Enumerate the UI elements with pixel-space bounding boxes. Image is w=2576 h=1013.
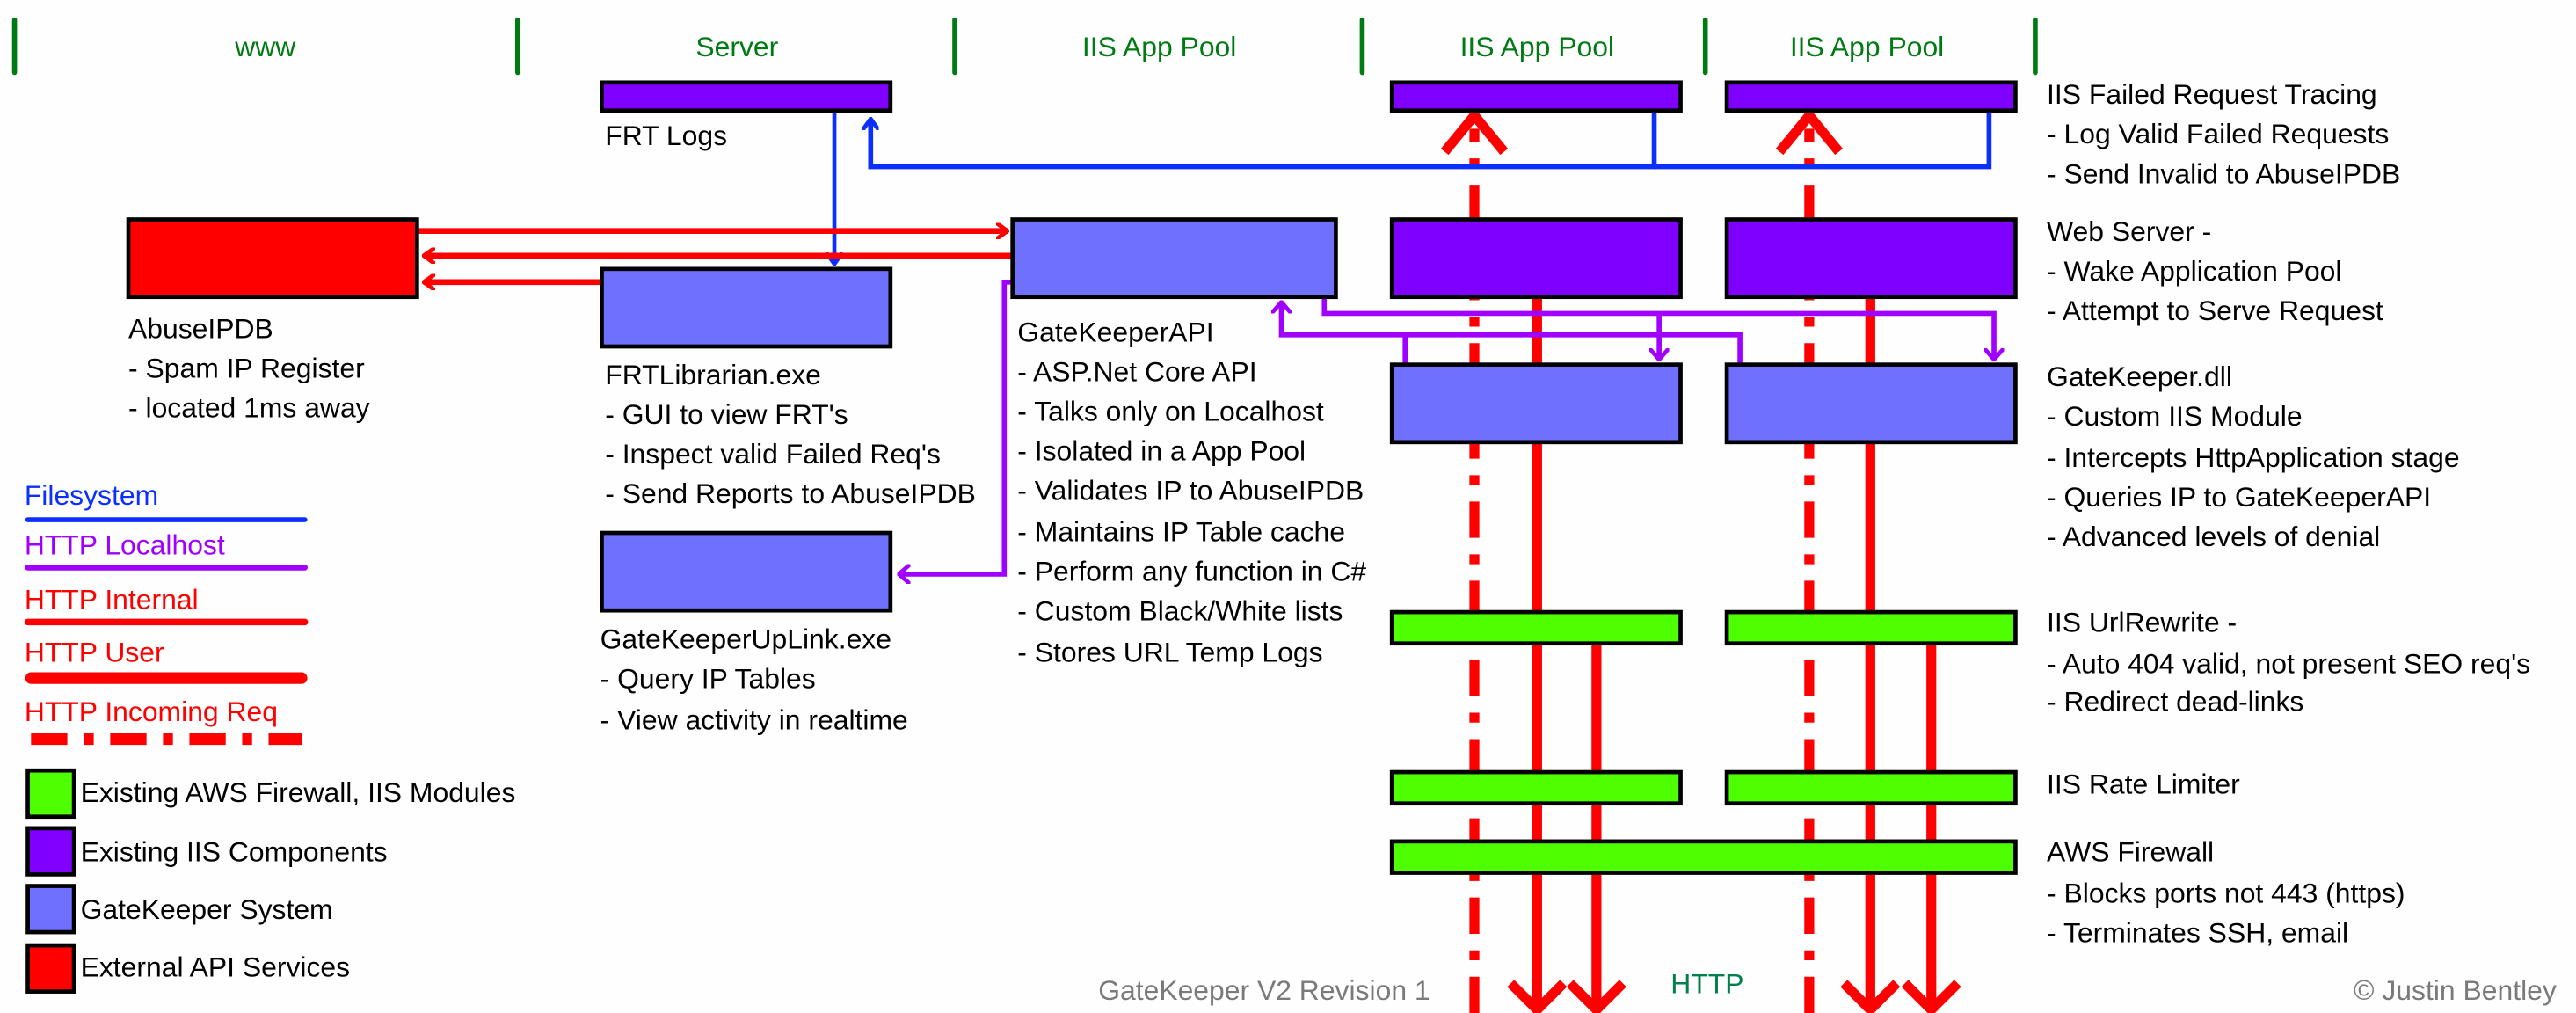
gatekeeperapi-line: - ASP.Net Core API: [1017, 355, 1256, 387]
layer-line: - Log Valid Failed Requests: [2047, 118, 2389, 149]
layer-title-rate-limiter: IIS Rate Limiter: [2047, 768, 2240, 799]
uplink-line: - View activity in realtime: [600, 703, 908, 735]
gatekeeperapi-line: - Validates IP to AbuseIPDB: [1017, 474, 1364, 506]
gatekeeperapi-line: - Maintains IP Table cache: [1017, 515, 1345, 547]
frtlibrarian-line: - GUI to view FRT's: [605, 398, 848, 430]
legend: Filesystem HTTP Localhost HTTP Internal …: [24, 479, 516, 994]
column-label-app-pool-2: IIS App Pool: [1460, 31, 1614, 62]
copyright-label: © Justin Bentley: [2354, 974, 2557, 1006]
gatekeeperapi-line: - Talks only on Localhost: [1017, 395, 1324, 426]
layer-title-frt: IIS Failed Request Tracing: [2047, 78, 2377, 110]
uplink-text: GateKeeperUpLink.exe - Query IP Tables -…: [600, 623, 908, 735]
gatekeeperapi-title: GateKeeperAPI: [1017, 316, 1213, 347]
frt-logs-label: FRT Logs: [605, 120, 727, 151]
architecture-diagram: www Server IIS App Pool IIS App Pool IIS…: [0, 0, 2576, 1013]
layer-line: - Advanced levels of denial: [2047, 521, 2380, 552]
layer-title-gatekeeper-dll: GateKeeper.dll: [2047, 361, 2232, 392]
gatekeeperapi-box[interactable]: [1010, 217, 1338, 300]
gatekeeper-dll-box-2[interactable]: [1724, 362, 2018, 445]
layer-title-aws-firewall: AWS Firewall: [2047, 835, 2214, 867]
frt-logs-box[interactable]: [600, 80, 893, 113]
gatekeeperapi-text: GateKeeperAPI - ASP.Net Core API - Talks…: [1017, 316, 1366, 667]
legend-incoming-label: HTTP Incoming Req: [25, 696, 278, 727]
legend-swatch-green: [25, 768, 76, 820]
layer-descriptions: IIS Failed Request Tracing - Log Valid F…: [2047, 78, 2530, 948]
layer-line: - Terminates SSH, email: [2047, 916, 2348, 948]
abuseipdb-line: - located 1ms away: [128, 392, 370, 424]
uplink-line: - Query IP Tables: [600, 662, 816, 694]
layer-line: - Queries IP to GateKeeperAPI: [2047, 481, 2431, 513]
gatekeeper-dll-box-1[interactable]: [1389, 362, 1683, 445]
layer-line: - Wake Application Pool: [2047, 255, 2341, 287]
legend-box-label: GateKeeper System: [81, 893, 333, 925]
frtlibrarian-title: FRTLibrarian.exe: [605, 359, 821, 390]
frtlibrarian-line: - Inspect valid Failed Req's: [605, 438, 941, 470]
layer-line: - Attempt to Serve Request: [2047, 295, 2383, 326]
column-label-server: Server: [695, 31, 778, 62]
legend-swatch-purple: [25, 826, 76, 877]
layer-line: - Custom IIS Module: [2047, 400, 2303, 432]
column-separators: [11, 17, 2038, 76]
uplink-title: GateKeeperUpLink.exe: [600, 623, 891, 654]
gatekeeperapi-line: - Stores URL Temp Logs: [1017, 636, 1322, 667]
legend-box-label: External API Services: [81, 951, 351, 983]
abuseipdb-title: AbuseIPDB: [128, 313, 273, 345]
abuseipdb-text: AbuseIPDB - Spam IP Register - located 1…: [128, 313, 370, 424]
column-label-app-pool-3: IIS App Pool: [1790, 31, 1944, 62]
legend-box-label: Existing IIS Components: [81, 835, 388, 867]
gatekeeperapi-line: - Custom Black/White lists: [1017, 594, 1343, 626]
web-server-box-1[interactable]: [1389, 217, 1683, 300]
legend-localhost-label: HTTP Localhost: [25, 528, 225, 560]
rate-limiter-box-1[interactable]: [1389, 769, 1683, 806]
rate-limiter-box-2[interactable]: [1724, 769, 2018, 806]
layer-title-web-server: Web Server -: [2047, 215, 2211, 247]
diagram-canvas: www Server IIS App Pool IIS App Pool IIS…: [11, 17, 2557, 1013]
layer-line: - Intercepts HttpApplication stage: [2047, 441, 2460, 473]
frt-box-pool-2[interactable]: [1724, 80, 2018, 113]
frt-box-pool-1[interactable]: [1389, 80, 1683, 113]
frtlibrarian-line: - Send Reports to AbuseIPDB: [605, 477, 976, 509]
legend-user-label: HTTP User: [25, 636, 164, 667]
uplink-box[interactable]: [600, 530, 893, 613]
http-label: HTTP: [1670, 967, 1743, 999]
legend-filesystem-label: Filesystem: [25, 479, 158, 511]
layer-line: - Blocks ports not 443 (https): [2047, 877, 2405, 908]
layer-title-urlrewrite: IIS UrlRewrite -: [2047, 607, 2237, 638]
urlrewrite-box-1[interactable]: [1389, 609, 1683, 646]
revision-label: GateKeeper V2 Revision 1: [1098, 974, 1430, 1006]
urlrewrite-box-2[interactable]: [1724, 609, 2018, 646]
web-server-box-2[interactable]: [1724, 217, 2018, 300]
abuseipdb-line: - Spam IP Register: [128, 353, 365, 384]
frtlibrarian-box[interactable]: [600, 266, 893, 349]
layer-line: - Send Invalid to AbuseIPDB: [2047, 157, 2400, 189]
layer-line: - Redirect dead-links: [2047, 686, 2303, 718]
column-label-www: www: [234, 31, 296, 62]
legend-internal-label: HTTP Internal: [25, 583, 199, 615]
legend-box-label: Existing AWS Firewall, IIS Modules: [81, 776, 516, 808]
column-label-app-pool-1: IIS App Pool: [1082, 31, 1236, 62]
gatekeeperapi-line: - Isolated in a App Pool: [1017, 434, 1306, 466]
layer-line: - Auto 404 valid, not present SEO req's: [2047, 647, 2530, 679]
legend-swatch-blue: [25, 884, 76, 935]
abuseipdb-box[interactable]: [126, 217, 419, 300]
frtlibrarian-text: FRTLibrarian.exe - GUI to view FRT's - I…: [605, 359, 976, 509]
gatekeeperapi-line: - Perform any function in C#: [1017, 555, 1366, 587]
aws-firewall-box[interactable]: [1389, 839, 2018, 875]
legend-swatch-red: [25, 943, 76, 994]
